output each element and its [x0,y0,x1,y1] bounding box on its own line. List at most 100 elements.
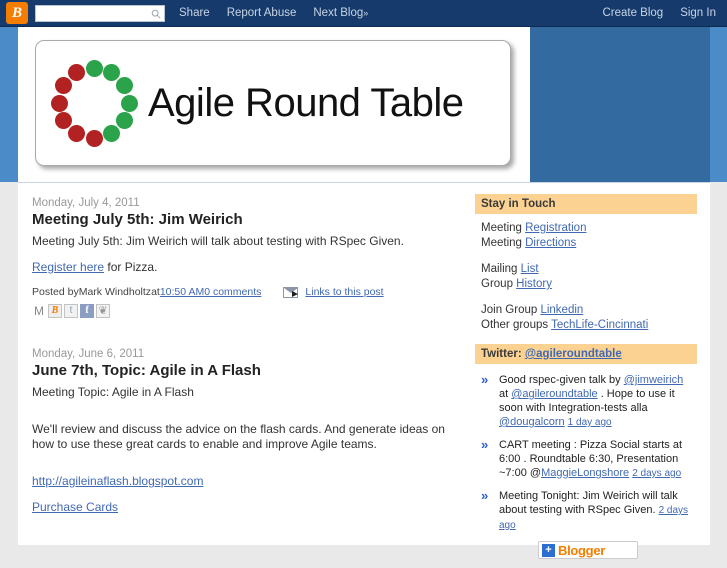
post-time-link[interactable]: 10:50 AM [160,286,204,298]
chevron-double-right-icon: » [481,437,489,452]
tweet-list: » Good rspec-given talk by @jimweirich at… [481,373,695,533]
link-group: Meeting Registration Meeting Directions [481,221,695,251]
logo-dot [103,124,120,142]
share-bubble-icon[interactable]: ❦ [96,304,110,318]
navbar-links: Share Report Abuse Next Blog» [179,7,368,19]
blog-header-image[interactable]: Agile Round Table [35,40,511,166]
link-row: Meeting Directions [481,236,695,251]
tweet-text: Meeting Tonight: Jim Weirich will talk a… [499,489,695,533]
logo-dot [85,59,103,77]
chevron-double-right-icon: » [481,372,489,387]
tweet-text: Good rspec-given talk by @jimweirich at … [499,373,695,430]
purchase-cards-link[interactable]: Purchase Cards [32,500,118,514]
search-input[interactable] [38,5,150,21]
header-white-area: Agile Round Table [18,27,530,182]
tweet-mention-link[interactable]: @dougalcorn [499,416,565,428]
chevron-right-icon: » [363,8,369,18]
search-icon [151,9,161,19]
meeting-registration-link[interactable]: Registration [525,222,586,234]
tweet-timestamp-link[interactable]: 2 days ago [632,468,681,479]
post-body: Meeting Topic: Agile in A Flash We'll re… [32,385,462,515]
nav-next-blog-link[interactable]: Next Blog» [313,7,368,19]
page-outer: Agile Round Table Monday, July 4, 2011 M… [0,27,727,559]
blogger-logo-icon[interactable]: B [6,2,28,24]
tweet-mention-link[interactable]: @agileroundtable [511,388,597,400]
widget-body: » Good rspec-given talk by @jimweirich at… [475,364,697,559]
blogger-navbar: B Share Report Abuse Next Blog» Create B… [0,0,727,27]
link-row: Group History [481,277,695,292]
chevron-double-right-icon: » [481,488,489,503]
post-title[interactable]: June 7th, Topic: Agile in A Flash [32,362,462,379]
search-box[interactable] [35,4,165,22]
content-wrapper: Monday, July 4, 2011 Meeting July 5th: J… [18,182,710,559]
twitter-handle-link[interactable]: @agileroundtable [525,348,622,360]
post-url-paragraph: http://agileinaflash.blogspot.com [32,474,462,489]
blogger-plus-icon: + [542,543,555,557]
register-here-link[interactable]: Register here [32,260,104,274]
link-prefix: Mailing [481,263,521,275]
post-register-paragraph: Register here for Pizza. [32,260,462,275]
link-row: Mailing List [481,262,695,277]
group-history-link[interactable]: History [516,278,552,290]
post-at-text: at [151,286,160,298]
nav-report-abuse-link[interactable]: Report Abuse [227,7,297,19]
widget-title: Twitter: @agileroundtable [475,344,697,364]
post-paragraph: Meeting July 5th: Jim Weirich will talk … [32,234,404,248]
post-comments-link[interactable]: 0 comments [204,286,261,298]
post-footer: Posted by Mark Windholtz at 10:50 AM 0 co… [32,286,462,298]
email-icon[interactable]: M [32,304,46,318]
facebook-share-icon[interactable]: f [80,304,94,318]
logo-dot [85,129,103,147]
logo-dot [120,94,138,112]
mailing-list-link[interactable]: List [521,263,539,275]
nav-next-blog-label: Next Blog [313,7,364,19]
tweet-mention-link[interactable]: MaggieLongshore [541,467,629,479]
tweet-mention-link[interactable]: @jimweirich [624,374,683,386]
tweet-text: CART meeting : Pizza Social starts at 6:… [499,438,695,481]
links-to-this-post-link[interactable]: Links to this post [305,286,383,298]
logo-dot [68,124,85,142]
widget-stay-in-touch: Stay in Touch Meeting Registration Meeti… [475,194,697,333]
post-share-icons: M B t f ❦ [32,304,462,318]
posted-by-prefix: Posted by [32,286,79,298]
link-row: Join Group Linkedin [481,303,695,318]
logo-dot [68,64,85,82]
round-table-logo-icon [48,57,140,149]
blog-title: Agile Round Table [148,80,464,125]
meeting-directions-link[interactable]: Directions [525,237,576,249]
blog-post: Monday, June 6, 2011 June 7th, Topic: Ag… [32,318,462,515]
tweet-item: » Good rspec-given talk by @jimweirich at… [481,373,695,430]
post-body: Meeting July 5th: Jim Weirich will talk … [32,234,462,275]
join-group-linkedin-link[interactable]: Linkedin [540,304,583,316]
widget-twitter: Twitter: @agileroundtable » Good rspec-gi… [475,344,697,559]
post-date: Monday, June 6, 2011 [32,348,145,360]
twitter-title-prefix: Twitter: [481,348,525,360]
create-blog-link[interactable]: Create Blog [602,7,663,19]
post-title[interactable]: Meeting July 5th: Jim Weirich [32,211,462,228]
tweet-item: » CART meeting : Pizza Social starts at 6… [481,438,695,481]
blogger-share-icon[interactable]: B [48,304,62,318]
techlife-cincinnati-link[interactable]: TechLife-Cincinnati [551,319,648,331]
email-post-icon[interactable] [283,286,299,298]
logo-dot [50,94,68,112]
link-group: Mailing List Group History [481,262,695,292]
link-prefix: Meeting [481,237,526,249]
post-paragraph: We'll review and discuss the advice on t… [32,422,445,451]
blogger-badge[interactable]: + Blogger [538,541,638,559]
link-prefix: Join Group [481,304,541,316]
sidebar: Stay in Touch Meeting Registration Meeti… [475,194,697,568]
tweet-timestamp-link[interactable]: 1 day ago [568,417,612,428]
link-prefix: Meeting [481,222,526,234]
register-tail-text: for Pizza. [104,260,158,274]
post-topic-line: Meeting Topic: Agile in A Flash [32,385,194,399]
agileinaflash-link[interactable]: http://agileinaflash.blogspot.com [32,474,203,488]
link-row: Meeting Registration [481,221,695,236]
main-column: Monday, July 4, 2011 Meeting July 5th: J… [32,183,462,526]
nav-share-link[interactable]: Share [179,7,210,19]
post-date: Monday, July 4, 2011 [32,197,140,209]
tweet-item: » Meeting Tonight: Jim Weirich will talk … [481,489,695,533]
navbar-right-links: Create Blog Sign In [602,7,716,19]
tweet-text-segment: at [499,388,512,400]
sign-in-link[interactable]: Sign In [680,7,716,19]
twitter-share-icon[interactable]: t [64,304,78,318]
